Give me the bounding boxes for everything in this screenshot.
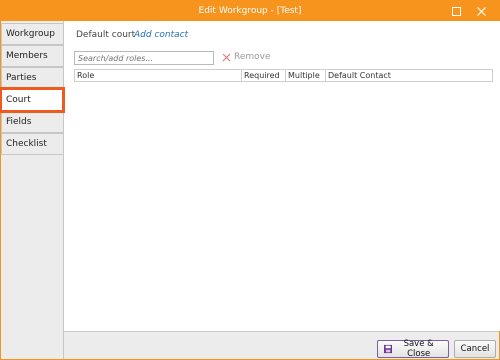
- remove-button[interactable]: Remove: [222, 52, 271, 62]
- save-close-button[interactable]: Save & Close: [377, 339, 449, 359]
- dialog-footer: Save & Close Cancel: [63, 331, 499, 359]
- window-title: Edit Workgroup - [Test]: [198, 6, 302, 16]
- remove-icon: [222, 53, 231, 61]
- column-header-multiple[interactable]: Multiple: [286, 70, 326, 81]
- tab-checklist[interactable]: Checklist: [1, 133, 63, 155]
- court-panel: Default court Add contact Remove Role Re…: [63, 21, 500, 331]
- maximize-icon[interactable]: [446, 1, 466, 21]
- close-icon[interactable]: [471, 1, 491, 21]
- tab-workgroup[interactable]: Workgroup: [1, 23, 63, 45]
- edit-workgroup-window: Edit Workgroup - [Test] Workgroup Member…: [0, 0, 500, 360]
- save-icon: [384, 344, 393, 354]
- tab-court[interactable]: Court: [0, 87, 65, 113]
- column-header-role[interactable]: Role: [75, 70, 242, 81]
- save-close-label: Save & Close: [403, 339, 434, 359]
- title-bar[interactable]: Edit Workgroup - [Test]: [1, 1, 499, 21]
- tab-members[interactable]: Members: [1, 45, 63, 67]
- tab-parties[interactable]: Parties: [1, 67, 63, 89]
- remove-label: Remove: [234, 52, 271, 62]
- default-court-label: Default court: [76, 30, 136, 40]
- cancel-button[interactable]: Cancel: [454, 340, 496, 358]
- tab-fields[interactable]: Fields: [1, 111, 63, 133]
- search-roles-input[interactable]: [74, 51, 214, 65]
- roles-grid-header: Role Required Multiple Default Contact: [74, 69, 493, 82]
- tab-strip: Workgroup Members Parties Court Fields C…: [0, 21, 65, 359]
- column-header-default-contact[interactable]: Default Contact: [326, 70, 492, 81]
- column-header-required[interactable]: Required: [242, 70, 286, 81]
- add-contact-link[interactable]: Add contact: [134, 30, 188, 40]
